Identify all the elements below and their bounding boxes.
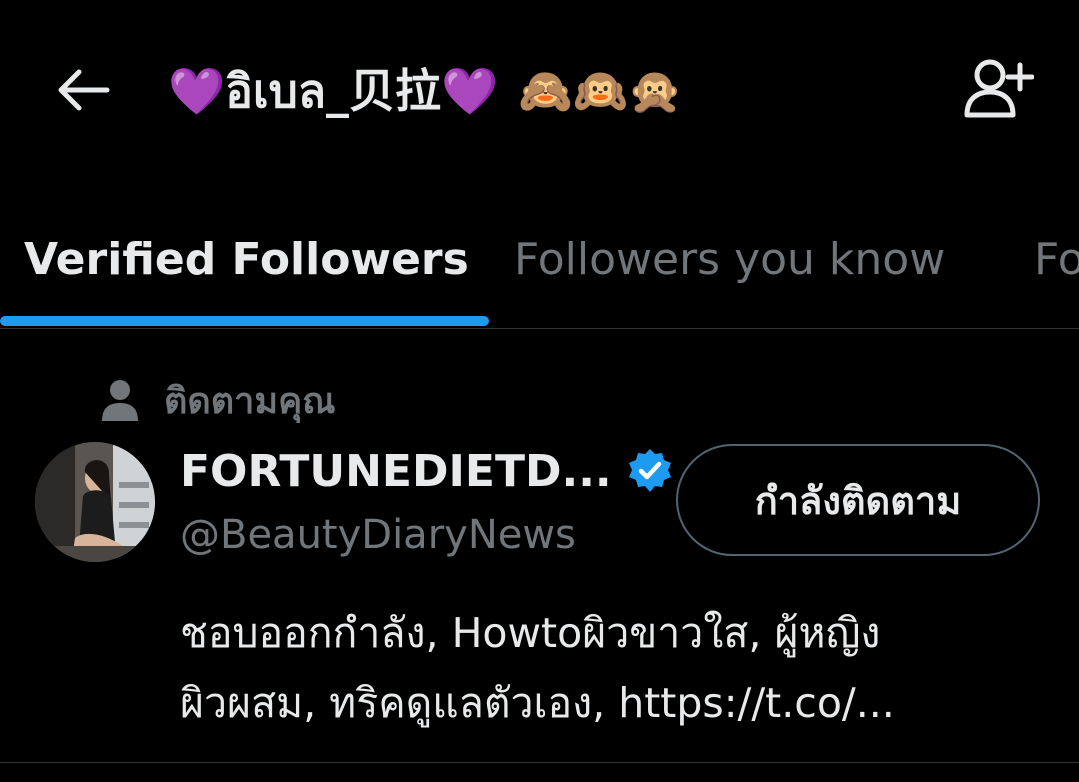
tab-followers[interactable]: Followers — [1034, 212, 1079, 324]
list-divider — [0, 762, 1079, 763]
page-title: 💜อิเบล_贝拉💜 🙈🙉🙊 — [168, 56, 683, 126]
tab-label: Verified Followers — [24, 233, 469, 285]
display-name-row: FORTUNEDIETD... — [180, 438, 674, 504]
tab-verified-followers[interactable]: Verified Followers — [24, 212, 469, 324]
account-name: 💜อิเบล_贝拉💜 — [168, 63, 499, 118]
tab-label: Followers you know — [514, 233, 946, 285]
title-emojis: 🙈🙉🙊 — [518, 66, 683, 117]
active-tab-indicator — [0, 316, 489, 326]
user-handle: @BeautyDiaryNews — [180, 512, 576, 558]
follows-you-indicator: ติดตามคุณ — [100, 372, 336, 428]
display-name[interactable]: FORTUNEDIETD... — [180, 446, 612, 497]
verified-badge-icon — [626, 447, 674, 495]
arrow-left-icon — [58, 69, 110, 111]
person-add-icon — [964, 59, 1034, 118]
bio-line[interactable]: ผิวผสม, ทริคดูแลตัวเอง, https://t.co/... — [180, 668, 1060, 738]
following-button-label: กำลังติดตาม — [754, 478, 962, 523]
person-icon — [102, 380, 138, 421]
user-bio: ชอบออกกำลัง, Howtoผิวขาวใส, ผู้หญิง ผิวผ… — [180, 598, 1060, 738]
top-app-bar: 💜อิเบล_贝拉💜 🙈🙉🙊 — [0, 0, 1079, 190]
followers-screen: 💜อิเบล_贝拉💜 🙈🙉🙊 Verified Followers Follow… — [0, 0, 1079, 782]
avatar-photo — [35, 442, 155, 562]
tab-followers-you-know[interactable]: Followers you know — [514, 212, 945, 324]
tab-label: Followers — [1034, 233, 1079, 285]
add-user-button[interactable] — [958, 54, 1038, 124]
back-button[interactable] — [50, 60, 116, 120]
follows-you-label: ติดตามคุณ — [164, 380, 336, 422]
tab-bar: Verified Followers Followers you know Fo… — [0, 212, 1079, 329]
bio-line: ชอบออกกำลัง, Howtoผิวขาวใส, ผู้หญิง — [180, 609, 881, 657]
following-button[interactable]: กำลังติดตาม — [676, 444, 1040, 556]
avatar[interactable] — [35, 442, 155, 562]
